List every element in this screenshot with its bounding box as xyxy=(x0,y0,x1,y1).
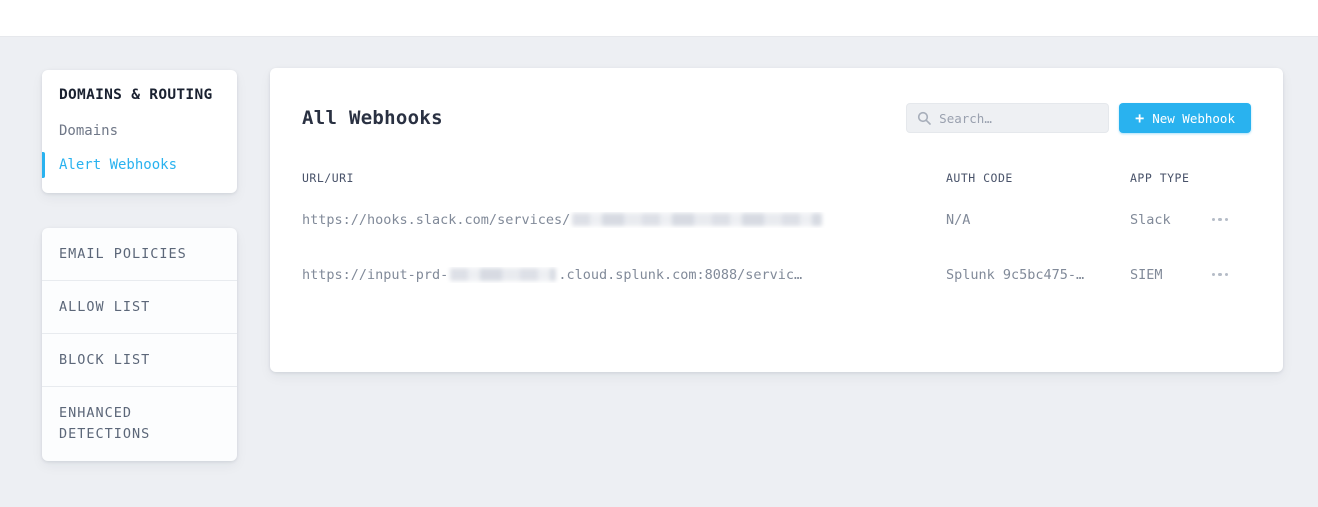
table-row: https://hooks.slack.com/services/ N/A Sl… xyxy=(270,192,1283,247)
tab-bar xyxy=(0,0,1318,36)
sidebar-section-label: BLOCK LIST xyxy=(59,350,150,371)
page-title: All Webhooks xyxy=(302,107,443,129)
new-webhook-button-label: New Webhook xyxy=(1152,111,1235,126)
redacted-blur-segment xyxy=(450,268,556,281)
column-header-auth-code: AUTH CODE xyxy=(946,171,1130,185)
sidebar-item[interactable]: Alert Webhooks xyxy=(42,148,237,182)
sidebar-section[interactable]: EMAIL POLICIES xyxy=(42,228,237,281)
sidebar-section[interactable]: ENHANCED DETECTIONS xyxy=(42,387,237,461)
sidebar-item-label: Alert Webhooks xyxy=(59,157,177,173)
row-menu-ellipsis-icon[interactable] xyxy=(1205,210,1235,230)
active-indicator-bar xyxy=(42,152,45,178)
sidebar-section[interactable]: ALLOW LIST xyxy=(42,281,237,334)
app-type-cell: Slack xyxy=(1130,212,1205,228)
search-input[interactable] xyxy=(939,111,1098,126)
sidebar-nav-list: Domains Alert Webhooks xyxy=(42,114,237,182)
search-icon xyxy=(917,111,931,125)
url-cell: https://input-prd- .cloud.splunk.com:808… xyxy=(302,267,946,283)
toolbar: All Webhooks + New Webhook xyxy=(302,103,1251,133)
top-nav-bar xyxy=(0,0,1318,37)
plus-icon: + xyxy=(1135,111,1144,126)
table-header-row: URL/URI AUTH CODE APP TYPE xyxy=(302,163,1251,192)
url-prefix: https://hooks.slack.com/services/ xyxy=(302,212,570,228)
sidebar-sections-card: EMAIL POLICIES ALLOW LIST BLOCK LIST ENH… xyxy=(42,228,237,461)
url-suffix: .cloud.splunk.com:8088/servic… xyxy=(558,267,802,283)
url-prefix: https://input-prd- xyxy=(302,267,448,283)
app-type-cell: SIEM xyxy=(1130,267,1205,283)
webhooks-table: URL/URI AUTH CODE APP TYPE https://hooks… xyxy=(302,163,1251,302)
webhooks-panel: All Webhooks + New Webhook URL/URI AUTH … xyxy=(270,68,1283,372)
auth-code-cell: Splunk 9c5bc475-… xyxy=(946,267,1130,283)
row-menu-ellipsis-icon[interactable] xyxy=(1205,265,1235,285)
sidebar-item-label: Domains xyxy=(59,123,118,139)
sidebar-section-label: ALLOW LIST xyxy=(59,297,150,318)
table-body: https://hooks.slack.com/services/ N/A Sl… xyxy=(302,192,1251,302)
table-row: https://input-prd- .cloud.splunk.com:808… xyxy=(270,247,1283,302)
redacted-blur-segment xyxy=(572,213,822,226)
domains-routing-card: DOMAINS & ROUTING Domains Alert Webhooks xyxy=(42,70,237,193)
search-box[interactable] xyxy=(906,103,1109,133)
sidebar-section-label: ENHANCED DETECTIONS xyxy=(59,403,220,445)
sidebar-item[interactable]: Domains xyxy=(42,114,237,148)
sidebar-section-label: EMAIL POLICIES xyxy=(59,244,187,265)
column-header-app-type: APP TYPE xyxy=(1130,171,1205,185)
new-webhook-button[interactable]: + New Webhook xyxy=(1119,103,1251,133)
url-cell: https://hooks.slack.com/services/ xyxy=(302,212,946,228)
column-header-url: URL/URI xyxy=(302,171,946,185)
sidebar-section[interactable]: BLOCK LIST xyxy=(42,334,237,387)
auth-code-cell: N/A xyxy=(946,212,1130,228)
sidebar-heading-domains-routing: DOMAINS & ROUTING xyxy=(42,88,237,102)
